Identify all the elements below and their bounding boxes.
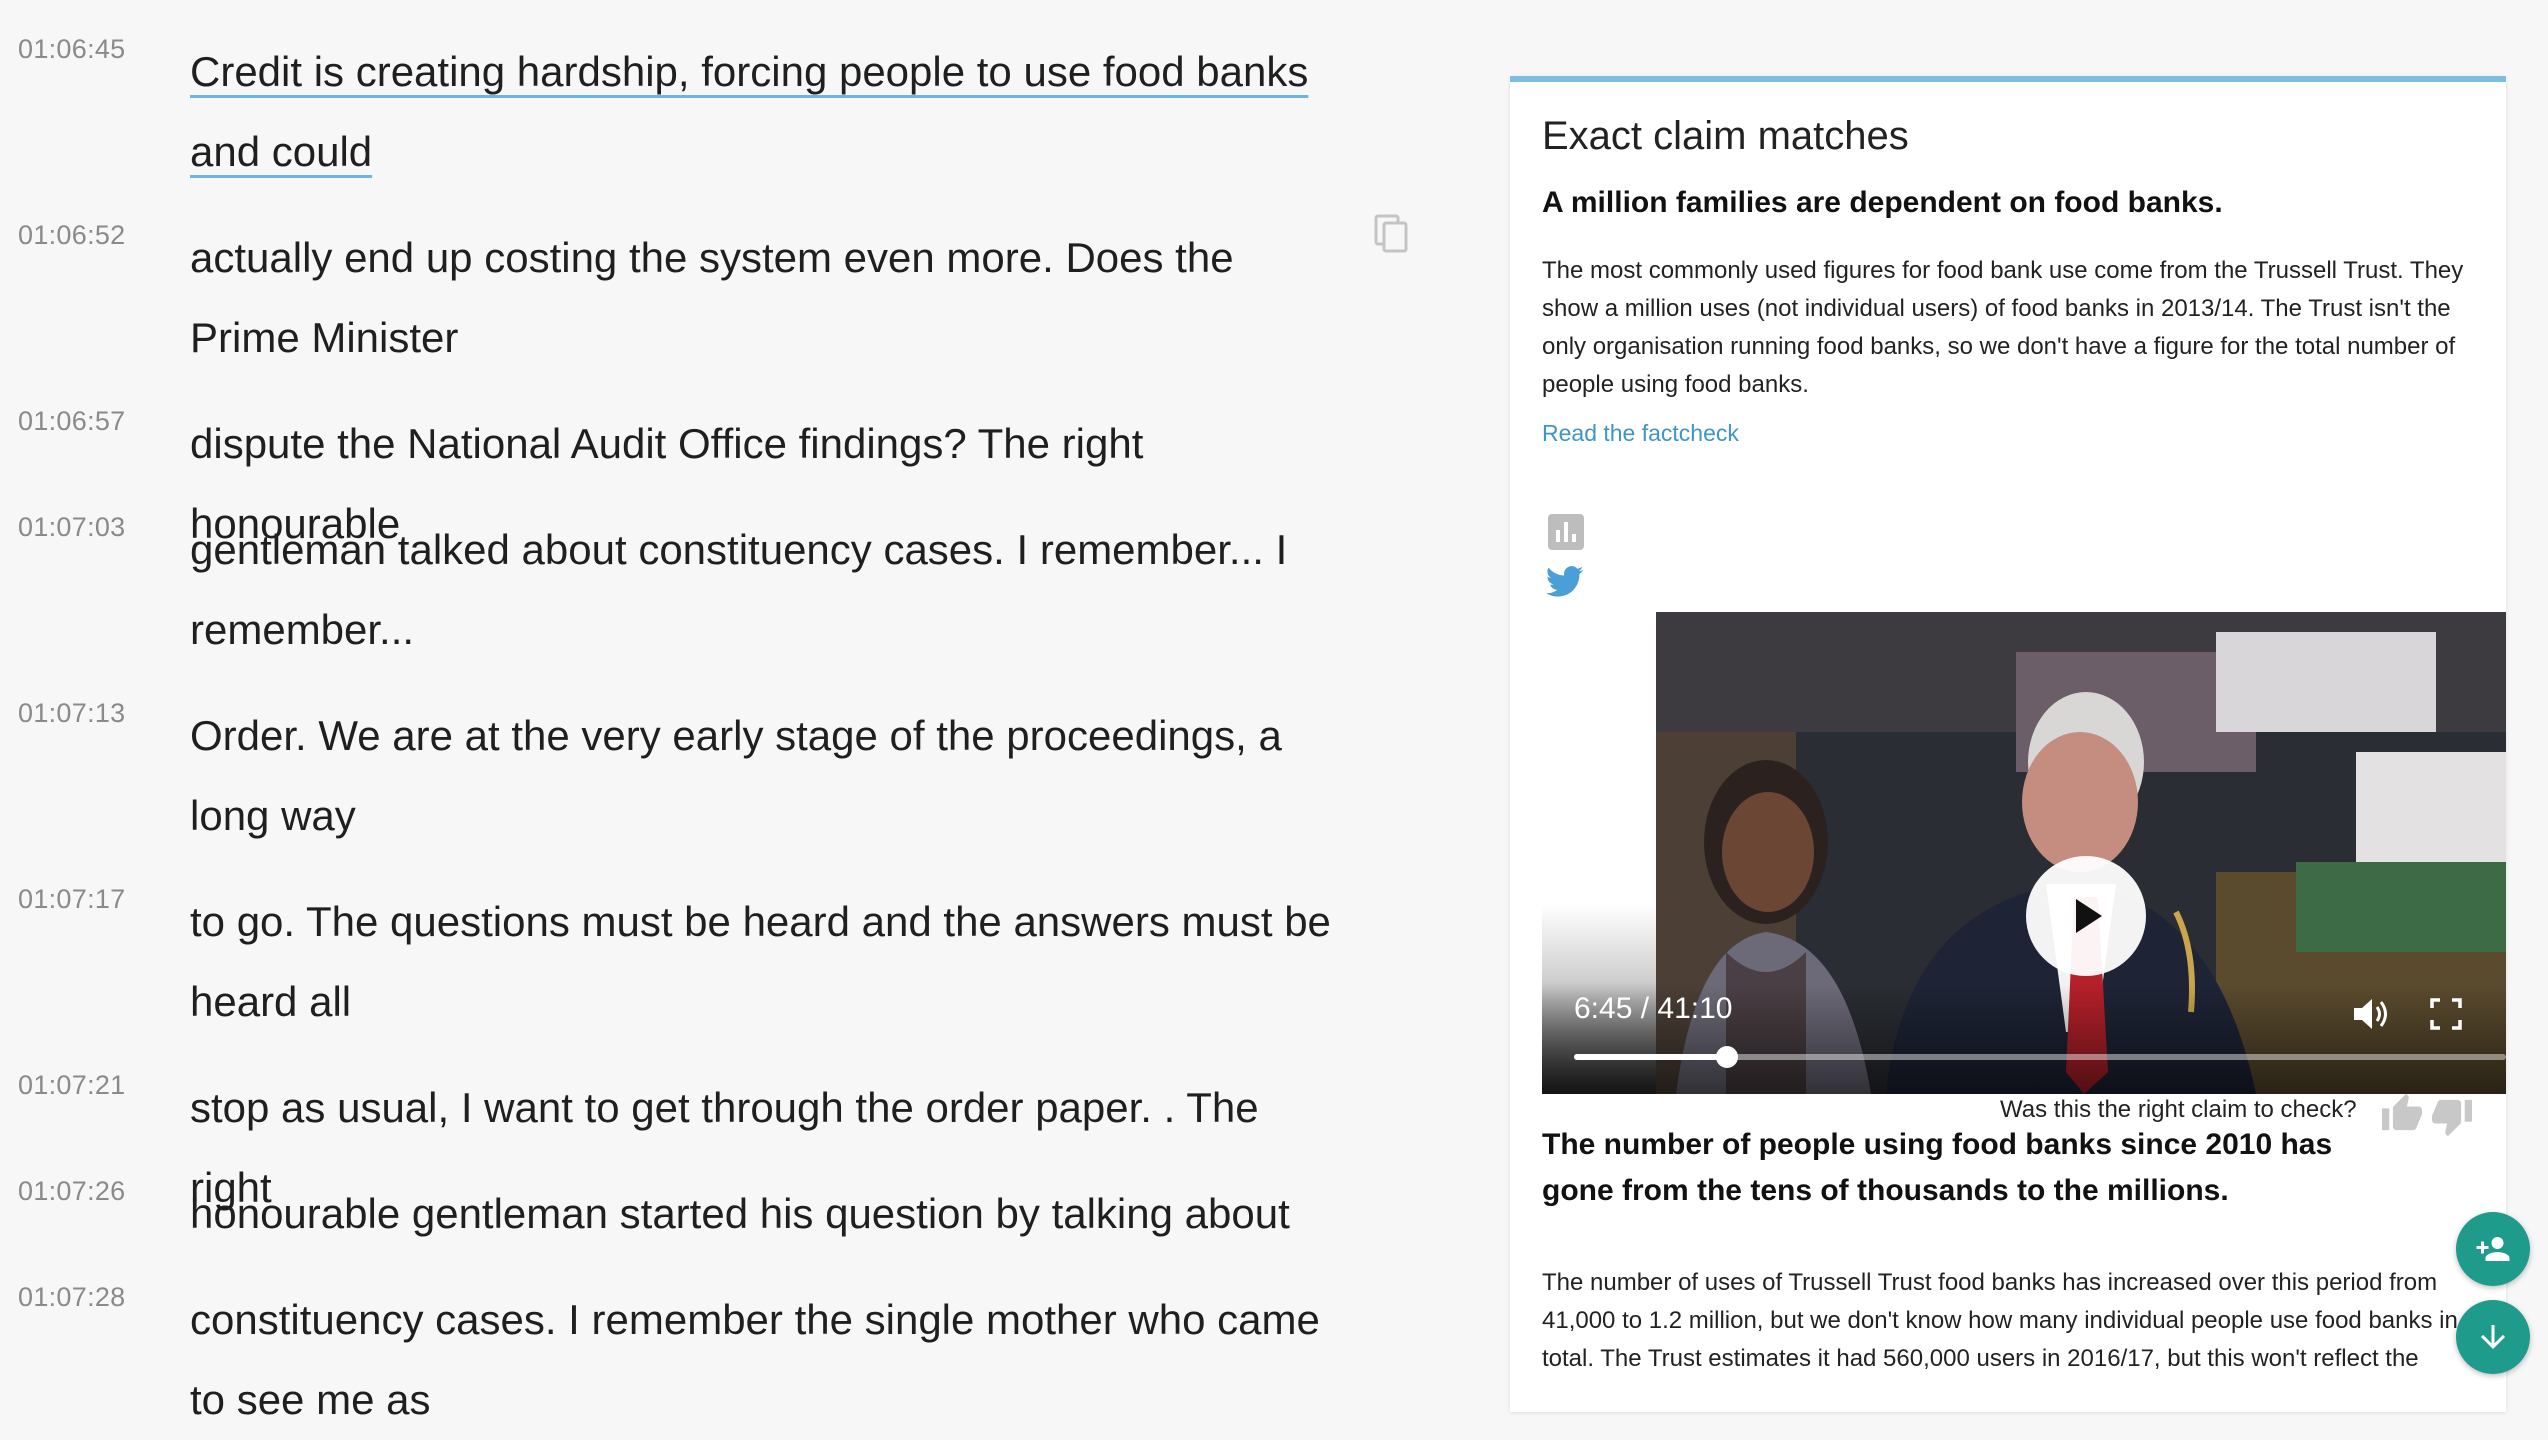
fullscreen-icon[interactable]	[2428, 996, 2464, 1032]
timestamp[interactable]: 01:07:26	[18, 1176, 126, 1207]
panel-heading: Exact claim matches	[1542, 114, 1909, 158]
claim-matches-panel: Exact claim matches A million families a…	[1510, 76, 2506, 1412]
video-progress-handle[interactable]	[1715, 1046, 1738, 1068]
timestamp[interactable]: 01:07:21	[18, 1070, 126, 1101]
add-person-button[interactable]	[2456, 1212, 2530, 1286]
twitter-icon[interactable]	[1546, 566, 1584, 598]
transcript-text[interactable]: to go. The questions must be heard and t…	[190, 882, 1350, 1042]
timestamp[interactable]: 01:06:52	[18, 220, 126, 251]
thumb-down-icon[interactable]	[2430, 1098, 2474, 1138]
transcript-text[interactable]: honourable gentleman started his questio…	[190, 1174, 1350, 1254]
arrow-down-icon	[2481, 1325, 2505, 1349]
video-player[interactable]: 6:45 / 41:10	[1542, 612, 2506, 1094]
claim-body: The most commonly used figures for food …	[1542, 257, 2464, 398]
claim-body: The number of uses of Trussell Trust foo…	[1542, 1269, 2458, 1372]
copy-icon[interactable]	[1374, 214, 1410, 254]
video-time: 6:45 / 41:10	[1574, 992, 1733, 1025]
video-progress-fill	[1574, 1054, 1727, 1060]
claim-title: A million families are dependent on food…	[1542, 186, 2223, 219]
transcript-pane: 01:06:45 Credit is creating hardship, fo…	[0, 0, 1500, 1423]
stats-icon[interactable]	[1548, 514, 1584, 550]
transcript-text[interactable]: actually end up costing the system even …	[190, 218, 1350, 378]
timestamp[interactable]: 01:07:17	[18, 884, 126, 915]
add-person-icon	[2476, 1237, 2510, 1261]
scroll-down-button[interactable]	[2456, 1300, 2530, 1374]
claim-title: The number of people using food banks si…	[1542, 1128, 2333, 1207]
timestamp[interactable]: 01:07:03	[18, 512, 126, 543]
transcript-text[interactable]: constituency cases. I remember the singl…	[190, 1280, 1350, 1440]
timestamp[interactable]: 01:07:28	[18, 1282, 126, 1313]
play-icon	[2076, 899, 2102, 933]
play-button[interactable]	[2026, 856, 2146, 976]
volume-icon[interactable]	[2350, 994, 2394, 1034]
feedback-question: Was this the right claim to check?	[2000, 1096, 2357, 1123]
transcript-text[interactable]: Order. We are at the very early stage of…	[190, 696, 1350, 856]
transcript-text[interactable]: gentleman talked about constituency case…	[190, 510, 1350, 670]
timestamp[interactable]: 01:06:45	[18, 34, 126, 65]
transcript-text[interactable]: Credit is creating hardship, forcing peo…	[190, 32, 1350, 192]
read-factcheck-link[interactable]: Read the factcheck	[1542, 420, 1739, 447]
video-progress-bar[interactable]	[1574, 1046, 2506, 1068]
timestamp[interactable]: 01:06:57	[18, 406, 126, 437]
timestamp[interactable]: 01:07:13	[18, 698, 126, 729]
